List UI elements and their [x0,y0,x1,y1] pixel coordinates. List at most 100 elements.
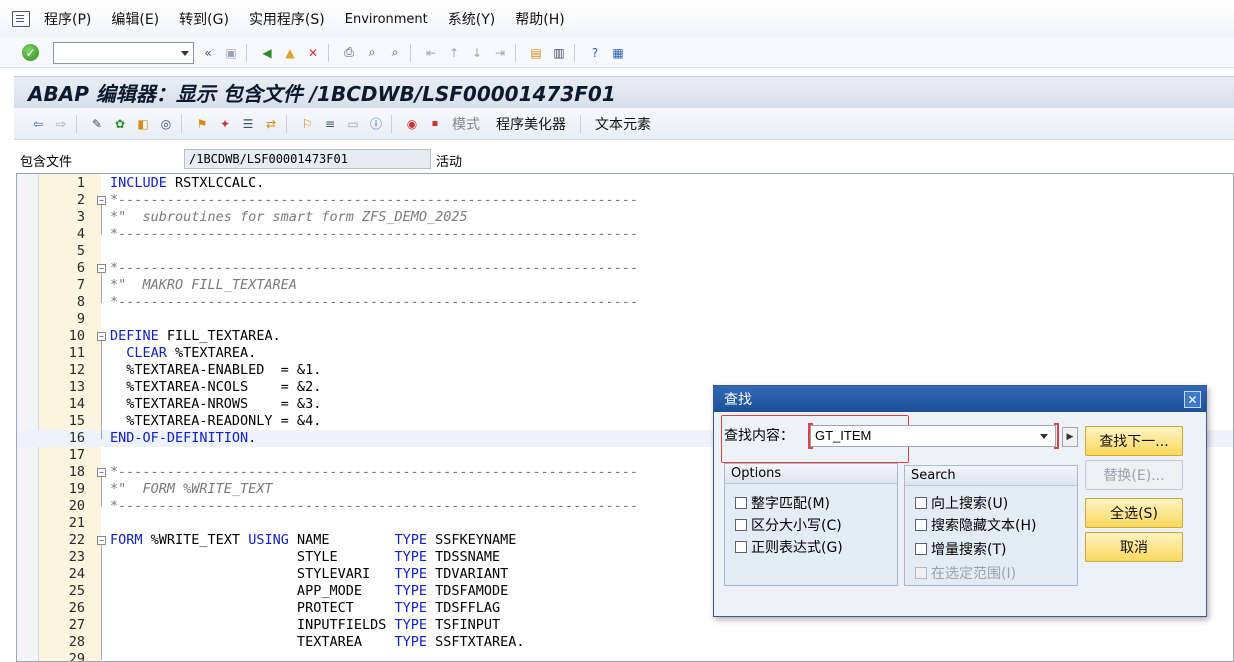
menu-system[interactable]: 系统(Y) [438,9,505,29]
text-elements-button[interactable]: 文本元素 [587,114,659,134]
code-line[interactable]: 9 [17,311,1233,328]
stack-icon[interactable]: ≡ [321,115,339,133]
code-text: *---------------------------------------… [110,260,639,276]
save-icon[interactable]: ▣ [222,44,240,62]
code-line[interactable]: 8 *--------------------------------------… [17,294,1233,311]
activate-icon[interactable]: ◎ [157,115,175,133]
code-line[interactable]: 10 − DEFINE FILL_TEXTAREA. [17,328,1233,345]
navigation-icon[interactable]: ⇄ [262,115,280,133]
code-text: STYLE TYPE TDSSNAME [110,549,501,565]
code-line[interactable]: 28 TEXTAREA TYPE SSFTXTAREA. [17,634,1233,651]
exit-icon[interactable]: ▲ [281,44,299,62]
code-line[interactable]: 2 − *-------------------------------------… [17,192,1233,209]
code-line[interactable]: 3 *" subroutines for smart form ZFS_DEMO_… [17,209,1233,226]
check-icon[interactable]: ◧ [134,115,152,133]
last-page-icon[interactable]: ⇥ [491,44,509,62]
incremental-search-checkbox[interactable]: 增量搜索(T) [915,539,1006,559]
back-arrow-icon[interactable]: ⇦ [29,115,47,133]
help-icon[interactable]: ? [586,44,604,62]
cancel-button[interactable]: 取消 [1085,532,1183,562]
code-line[interactable]: 5 [17,243,1233,260]
collapse-icon[interactable]: − [97,468,106,477]
customize-layout-icon[interactable]: ▦ [609,44,627,62]
line-number: 6 [76,260,85,276]
code-text: *---------------------------------------… [110,464,639,480]
code-line[interactable]: 12 %TEXTAREA-ENABLED = &1. [17,362,1233,379]
display-change-icon[interactable]: ✎ [88,115,106,133]
code-text: TEXTAREA TYPE SSFTXTAREA. [110,634,525,650]
info-icon[interactable]: ⓘ [367,115,385,133]
hierarchy-icon[interactable]: ⚐ [298,115,316,133]
where-used-icon[interactable]: ⚑ [193,115,211,133]
code-line[interactable]: 1 INCLUDE RSTXLCCALC. [17,175,1233,192]
menu-utilities[interactable]: 实用程序(S) [239,9,335,29]
code-line[interactable]: 29 [17,651,1233,662]
collapse-icon[interactable]: − [97,264,106,273]
include-row: 包含文件 /1BCDWB/LSF00001473F01 活动 [0,147,1234,171]
code-line[interactable]: 4 *--------------------------------------… [17,226,1233,243]
object-list-icon[interactable]: ☰ [239,115,257,133]
cancel-icon[interactable]: ✕ [304,44,322,62]
code-text: INPUTFIELDS TYPE TSFINPUT [110,617,501,633]
back-icon[interactable]: ◀ [258,44,276,62]
search-up-checkbox[interactable]: 向上搜索(U) [915,493,1008,513]
code-line[interactable]: 6 − *-------------------------------------… [17,260,1233,277]
pretty-printer-button[interactable]: 程序美化器 [488,114,574,134]
code-line[interactable]: 27 INPUTFIELDS TYPE TSFINPUT [17,617,1233,634]
code-text: *---------------------------------------… [110,192,639,208]
active-inactive-icon[interactable]: ✿ [111,115,129,133]
print-icon[interactable]: ⎙ [340,44,358,62]
menu-goto[interactable]: 转到(G) [169,9,239,29]
search-group-title: Search [905,466,1077,486]
whole-word-checkbox[interactable]: 整字匹配(M) [735,493,830,513]
menu-environment[interactable]: Environment [335,12,438,27]
first-page-icon[interactable]: ⇤ [422,44,440,62]
close-icon[interactable]: ✕ [1184,391,1201,408]
previous-page-icon[interactable]: ↑ [445,44,463,62]
new-session-icon[interactable]: ▤ [527,44,545,62]
collapse-icon[interactable]: − [97,196,106,205]
wand-icon[interactable]: ✦ [216,115,234,133]
fold-guide [101,341,102,439]
line-number: 23 [68,549,85,565]
menu-program[interactable]: 程序(P) [34,9,101,29]
menu-edit[interactable]: 编辑(E) [101,9,169,29]
select-all-button[interactable]: 全选(S) [1085,498,1183,528]
line-number: 22 [68,532,85,548]
menu-list-icon[interactable] [12,11,30,27]
frame-icon[interactable]: ▭ [344,115,362,133]
code-text: *---------------------------------------… [110,498,639,514]
search-hidden-text-checkbox[interactable]: 搜索隐藏文本(H) [915,515,1036,535]
chevron-down-icon[interactable] [181,50,189,56]
line-number: 16 [68,430,85,446]
code-line[interactable]: 7 *" MAKRO FILL_TEXTAREA [17,277,1233,294]
collapse-icon[interactable]: − [97,536,106,545]
enter-check-icon[interactable]: ✓ [22,44,39,61]
code-line[interactable]: 11 CLEAR %TEXTAREA. [17,345,1233,362]
find-input[interactable]: GT_ITEM [810,425,1056,447]
breakpoint-icon[interactable]: ◉ [403,115,421,133]
case-sensitive-checkbox[interactable]: 区分大小写(C) [735,515,842,535]
menu-help[interactable]: 帮助(H) [505,9,574,29]
line-number: 4 [76,226,85,242]
play-icon[interactable]: ▶ [1062,427,1078,447]
next-page-icon[interactable]: ↓ [468,44,486,62]
find-icon[interactable]: ⌕ [363,44,381,62]
application-toolbar: ⇦ ⇨ ✎ ✿ ◧ ◎ ⚑ ✦ ☰ ⇄ ⚐ ≡ ▭ ⓘ ◉ ⏹ 模式 程序美化器… [14,108,1234,140]
find-next-button[interactable]: 查找下一... [1085,426,1183,456]
collapse-icon[interactable]: − [97,332,106,341]
regex-checkbox[interactable]: 正则表达式(G) [735,537,843,557]
stop-icon[interactable]: ⏹ [426,115,444,133]
line-number: 28 [68,634,85,650]
mode-button[interactable]: 模式 [444,114,488,134]
line-number: 27 [68,617,85,633]
find-next-icon[interactable]: ⌕ [386,44,404,62]
command-field[interactable] [53,41,194,64]
chevron-down-icon[interactable] [1040,434,1048,439]
shortcut-icon[interactable]: ▥ [550,44,568,62]
line-number: 29 [68,651,85,662]
fold-guide [101,205,102,235]
double-left-arrow-icon[interactable]: « [199,44,217,62]
forward-arrow-icon[interactable]: ⇨ [52,115,70,133]
line-number: 1 [76,175,85,191]
